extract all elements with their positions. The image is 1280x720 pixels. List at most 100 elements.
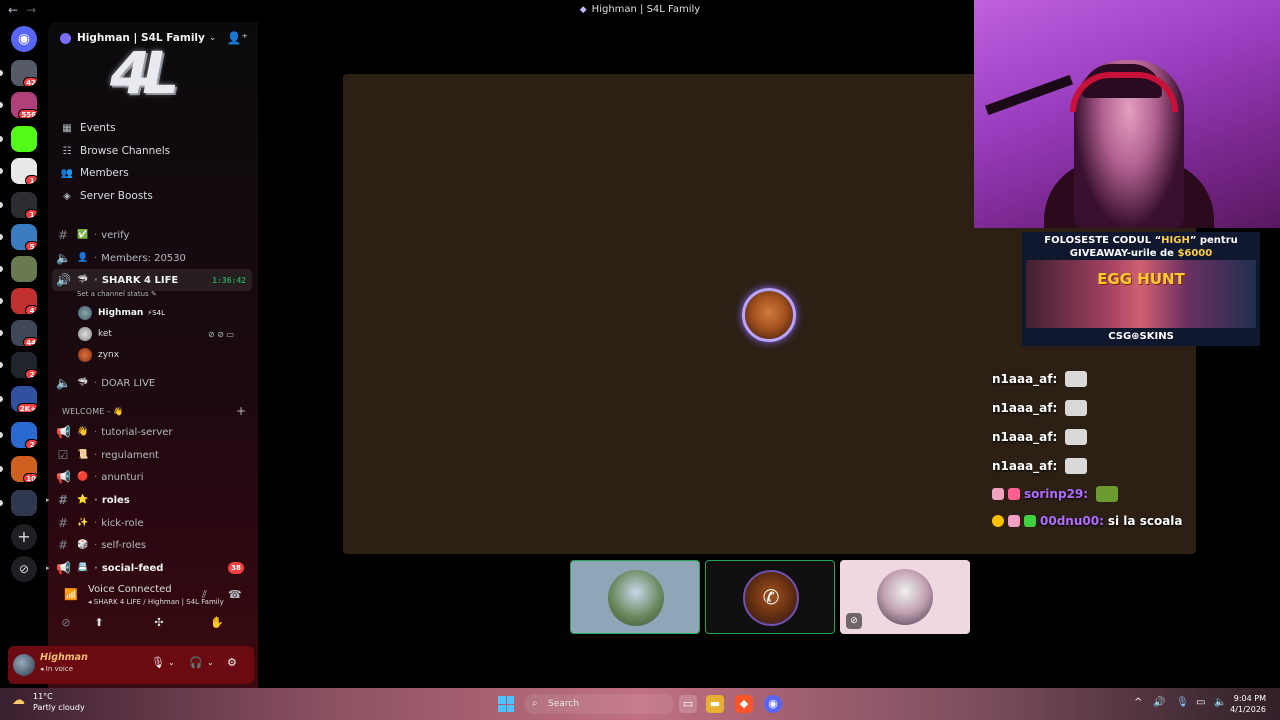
- quick-link-icon: 👥: [60, 167, 74, 179]
- voice-user[interactable]: Highman ⚡S4L: [78, 303, 165, 323]
- channel-doar-live[interactable]: 🔈 🦈 · DOAR LIVE: [52, 372, 252, 394]
- share-screen-button[interactable]: ⬆: [81, 616, 117, 634]
- gear-icon[interactable]: ⚙: [227, 656, 237, 669]
- weather-icon[interactable]: ☁: [12, 693, 25, 708]
- mic-options-chevron-icon[interactable]: ⌄: [168, 658, 175, 667]
- weather-desc[interactable]: Partly cloudy: [33, 703, 85, 712]
- user-status-text: In voice: [45, 665, 74, 673]
- avatar: [78, 306, 92, 320]
- server-fire[interactable]: 10: [11, 456, 37, 482]
- discord-logo-icon: ◉: [17, 31, 31, 47]
- separator: ·: [94, 517, 98, 529]
- voice-timer: 1:36:42: [212, 275, 246, 285]
- separator: ·: [94, 274, 98, 286]
- voice-user[interactable]: zynx: [78, 345, 119, 365]
- server-blue-cube[interactable]: 5: [11, 224, 37, 250]
- server-w[interactable]: 2: [11, 352, 37, 378]
- channel-kick-role[interactable]: # ✨ · kick-role: [52, 512, 252, 534]
- voice-user[interactable]: ket ⊘ ⊘ ▭: [78, 324, 234, 344]
- server-mixed[interactable]: 2K+: [11, 386, 37, 412]
- unread-badge: 556: [18, 109, 37, 118]
- ad-brand: CSG⊛SKINS: [1108, 331, 1174, 342]
- separator: ·: [94, 377, 98, 389]
- windows-start-icon[interactable]: [498, 696, 514, 712]
- unread-badge: 10: [23, 473, 37, 482]
- invite-people-icon[interactable]: 👤⁺: [227, 31, 248, 45]
- server-pink[interactable]: 556: [11, 92, 37, 118]
- server-badge-icon: [60, 32, 71, 44]
- taskbar-search[interactable]: ⌕ Search: [524, 694, 674, 714]
- channel-members-20530[interactable]: 🔈 👤 · Members: 20530: [52, 247, 252, 269]
- participant-tile-3[interactable]: ⊘: [840, 560, 970, 634]
- noise-suppression-icon[interactable]: ⫽: [202, 588, 207, 602]
- server-red-horn[interactable]: 4: [11, 288, 37, 314]
- channel-regulament[interactable]: ☑ 📜 · regulament: [52, 444, 252, 466]
- signal-icon[interactable]: 📶: [64, 588, 78, 601]
- headphones-icon[interactable]: 🎧: [189, 656, 203, 669]
- channel-emoji: ✨: [77, 518, 89, 528]
- stream-chat-overlay: n1aaa_af: n1aaa_af: n1aaa_af: n1aaa_af: sori…: [986, 346, 1201, 536]
- disconnect-icon[interactable]: ☎: [228, 588, 242, 601]
- quick-link-label: Browse Channels: [80, 145, 171, 157]
- unread-indicator-icon: ▸: [46, 564, 50, 572]
- server-group[interactable]: 44: [11, 320, 37, 346]
- camera-off-button[interactable]: ⊘: [48, 616, 84, 634]
- tray-overflow-icon[interactable]: ^: [1134, 697, 1142, 708]
- channel-anunturi[interactable]: 📢 🔴 · anunturi: [52, 466, 252, 488]
- add-server-button[interactable]: +: [11, 524, 37, 550]
- quick-link-events[interactable]: ▦ Events: [60, 117, 115, 139]
- chat-emote-icon: [1065, 400, 1088, 416]
- server-f[interactable]: [11, 490, 37, 516]
- unread-pill: [0, 168, 3, 174]
- discord-home-icon[interactable]: ◉: [11, 26, 37, 52]
- file-explorer-icon[interactable]: ▬: [706, 695, 724, 713]
- unread-pill: [0, 102, 3, 108]
- server-blue-wave[interactable]: 2: [11, 422, 37, 448]
- quick-link-members[interactable]: 👥 Members: [60, 162, 129, 184]
- badge-icon: [1008, 488, 1020, 500]
- quick-link-browse-channels[interactable]: ☷ Browse Channels: [60, 140, 171, 162]
- add-channel-icon[interactable]: +: [236, 404, 246, 418]
- channel-verify[interactable]: # ✅ · verify: [52, 224, 252, 246]
- participant-tile-1[interactable]: [570, 560, 700, 634]
- speaking-user-avatar[interactable]: [742, 288, 796, 342]
- channel-roles[interactable]: ▸ # ⭐ · roles: [46, 489, 252, 511]
- channel-self-roles[interactable]: # 🎲 · self-roles: [52, 534, 252, 556]
- category-welcome[interactable]: WELCOME - 👋: [62, 407, 123, 416]
- server-s4l[interactable]: 42: [11, 60, 37, 86]
- channel-status-setter[interactable]: Set a channel status ✎: [77, 290, 157, 298]
- activities-button[interactable]: ✣: [141, 616, 177, 634]
- server-small-icon: ◆: [579, 5, 587, 15]
- discover-icon[interactable]: ⊘: [11, 556, 37, 582]
- system-clock[interactable]: 9:04 PM 4/1/2026: [1230, 693, 1266, 715]
- speaker-tray-icon[interactable]: 🔊: [1153, 697, 1165, 708]
- channel-name: self-roles: [101, 539, 147, 551]
- unread-pill: [0, 500, 3, 506]
- server-landscape[interactable]: [11, 256, 37, 282]
- soundboard-button[interactable]: ✋: [199, 616, 235, 634]
- avatar: [78, 348, 92, 362]
- user-panel: Highman ◂ In voice 🎙 ⌄ 🎧 ⌄ ⚙: [8, 646, 254, 684]
- display-tray-icon[interactable]: ▭: [1196, 697, 1205, 708]
- mic-tray-icon[interactable]: 🎙: [1176, 697, 1189, 708]
- server-ring[interactable]: 1: [11, 158, 37, 184]
- audio-options-chevron-icon[interactable]: ⌄: [207, 658, 214, 667]
- channel-shark-4-life[interactable]: 🔊 🦈 · SHARK 4 LIFE 1:36:42: [52, 269, 252, 291]
- weather-temp[interactable]: 11°C: [33, 692, 53, 701]
- participant-tile-2[interactable]: ✆: [705, 560, 835, 634]
- channel-tutorial-server[interactable]: 📢 👋 · tutorial-server: [52, 421, 252, 443]
- avatar[interactable]: [13, 654, 35, 676]
- streamer-webcam: [974, 0, 1280, 228]
- quick-link-server-boosts[interactable]: ◈ Server Boosts: [60, 185, 153, 207]
- microphone-icon[interactable]: 🎙: [151, 656, 165, 669]
- windows-taskbar: ☁ 11°C Partly cloudy ⌕ Search ▭ ▬ ◆ ◉ ^ 🔊…: [0, 688, 1280, 720]
- task-view-icon[interactable]: ▭: [679, 695, 697, 713]
- channel-social-feed[interactable]: ▸ 📢 📇 · social-feed 38: [46, 557, 252, 579]
- brave-browser-icon[interactable]: ◆: [735, 695, 753, 713]
- server-banner-logo: 4L: [110, 39, 179, 107]
- server-kick[interactable]: [11, 126, 37, 152]
- volume-tray-icon[interactable]: 🔈: [1214, 697, 1226, 708]
- discord-taskbar-icon[interactable]: ◉: [764, 695, 782, 713]
- voice-connection-panel: 📶 Voice Connected ◂ SHARK 4 LIFE / Highm…: [48, 580, 258, 642]
- server-csg[interactable]: 1: [11, 192, 37, 218]
